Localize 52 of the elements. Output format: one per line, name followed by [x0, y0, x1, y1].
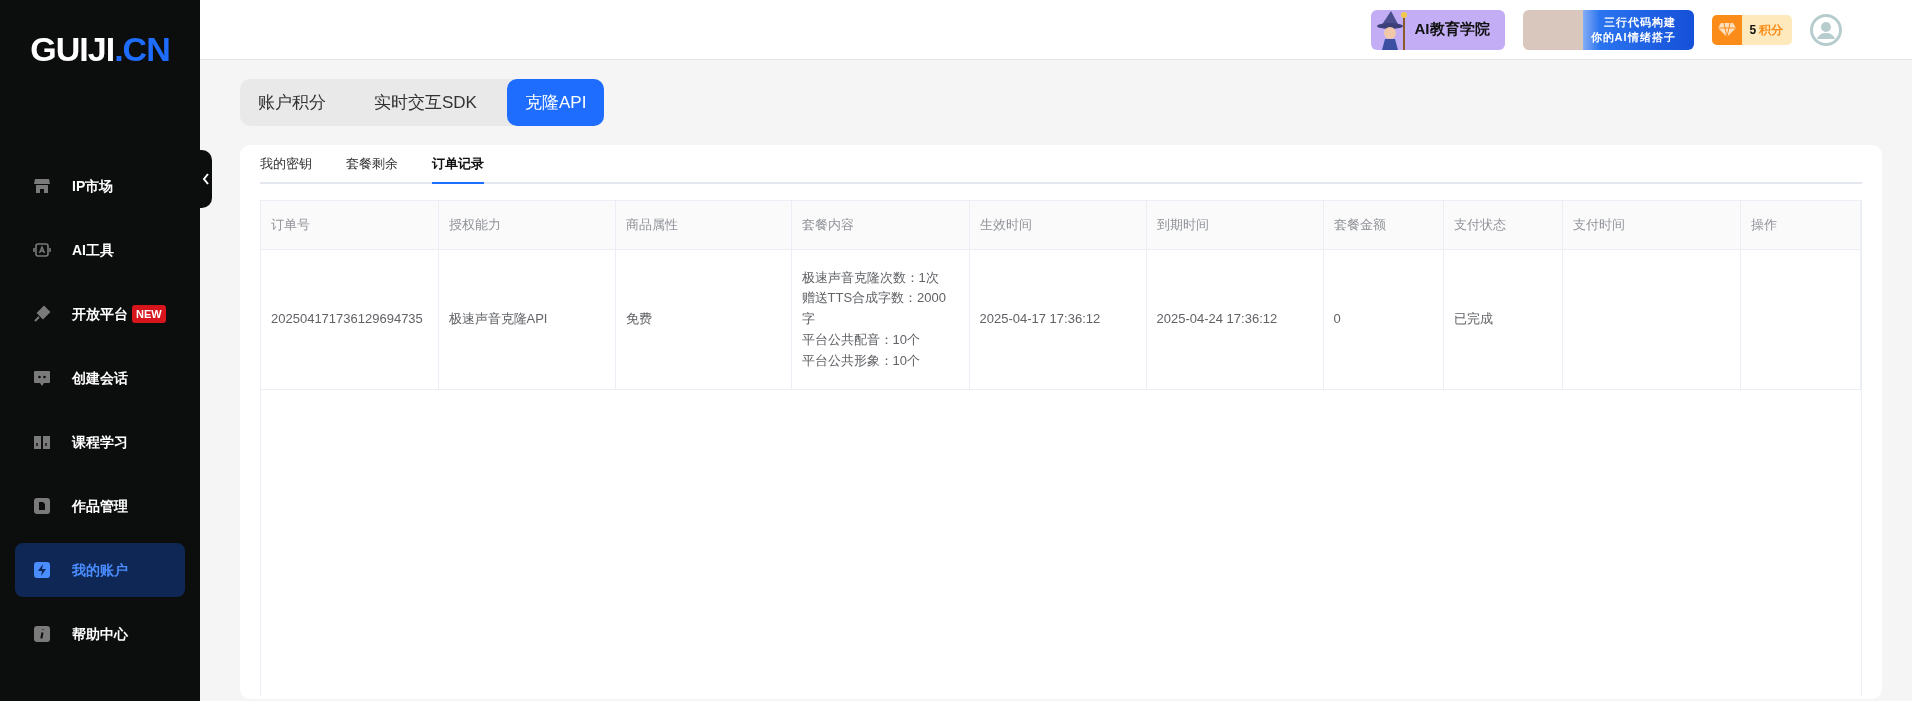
column-header: 生效时间	[969, 200, 1146, 250]
product-tab[interactable]: 账户积分	[240, 79, 344, 126]
table-cell: 免费	[615, 249, 791, 390]
ai-chip-icon	[32, 240, 52, 260]
column-header: 操作	[1740, 200, 1860, 250]
chevron-left-icon	[202, 173, 210, 185]
sidebar-item[interactable]: 创建会话	[15, 351, 185, 405]
points-value: 5	[1749, 21, 1757, 39]
column-header: 套餐内容	[791, 200, 969, 250]
plug-icon	[32, 304, 52, 324]
table-cell: 2025-04-24 17:36:12	[1146, 249, 1323, 390]
column-header: 支付时间	[1562, 200, 1740, 250]
table-cell: 极速声音克隆API	[438, 249, 615, 390]
sidebar-item[interactable]: 开放平台 NEW	[15, 287, 185, 341]
sub-tab[interactable]: 订单记录	[432, 154, 484, 184]
store-icon	[32, 176, 52, 196]
collapse-button[interactable]	[200, 150, 212, 208]
product-tab[interactable]: 实时交互SDK	[356, 79, 495, 126]
lightning-icon	[32, 560, 52, 580]
sidebar-item[interactable]: AI工具	[15, 223, 185, 277]
column-header: 授权能力	[438, 200, 615, 250]
photo-placeholder	[1522, 9, 1583, 50]
sidebar-item[interactable]: 作品管理	[15, 479, 185, 533]
info-icon	[32, 624, 52, 644]
academy-banner[interactable]: AI教育学院	[1370, 9, 1505, 50]
table-cell: 已完成	[1443, 249, 1562, 390]
table-cell: 极速声音克隆次数：1次 赠送TTS合成字数：2000字 平台公共配音：10个 平台公共形象：10个	[791, 249, 969, 390]
sidebar-item[interactable]: 我的账户	[15, 543, 185, 597]
sub-tab[interactable]: 我的密钥	[260, 154, 312, 184]
sidebar-item[interactable]: 课程学习	[15, 415, 185, 469]
table-cell: 202504171736129694735	[261, 249, 438, 390]
column-header: 支付状态	[1443, 200, 1562, 250]
sub-tab[interactable]: 套餐剩余	[346, 154, 398, 184]
points-badge[interactable]: 5 积分	[1711, 14, 1792, 45]
document-icon	[32, 496, 52, 516]
product-tab[interactable]: 克隆API	[506, 79, 605, 126]
sidebar-item[interactable]: 帮助中心	[15, 607, 185, 661]
sidebar-item[interactable]: IP市场	[15, 159, 185, 213]
table-cell: 2025-04-17 17:36:12	[969, 249, 1146, 390]
chat-icon	[32, 368, 52, 388]
banner-text: 三行代码构建 你的AI情绪搭子	[1590, 14, 1676, 45]
promo-banner[interactable]: 三行代码构建 你的AI情绪搭子	[1522, 9, 1694, 50]
column-header: 套餐金额	[1323, 200, 1443, 250]
banner-text: AI教育学院	[1414, 19, 1490, 40]
new-badge: NEW	[132, 304, 166, 324]
diamond-icon	[1716, 21, 1737, 38]
column-header: 订单号	[261, 200, 438, 250]
points-unit: 积分	[1759, 21, 1784, 39]
column-header: 到期时间	[1146, 200, 1323, 250]
logo: GUIJI.CN	[30, 30, 170, 68]
table-cell: 0	[1323, 249, 1443, 390]
column-header: 商品属性	[615, 200, 791, 250]
